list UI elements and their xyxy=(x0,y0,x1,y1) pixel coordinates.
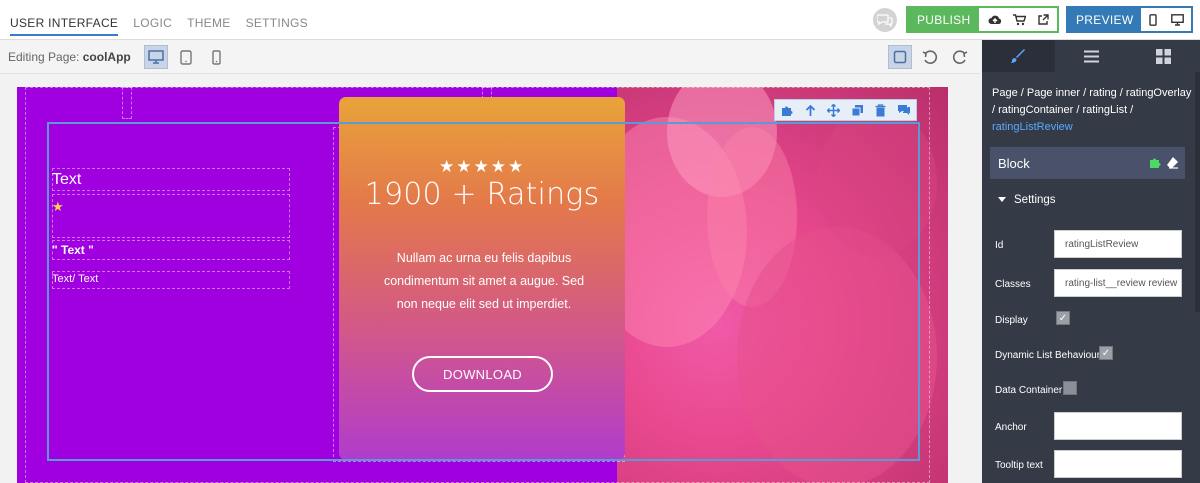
editing-prefix: Editing Page: xyxy=(8,50,80,64)
chat-button[interactable] xyxy=(873,8,897,32)
chat-icon xyxy=(877,14,893,27)
display-label: Display xyxy=(995,315,1028,326)
data-container-checkbox[interactable] xyxy=(1063,381,1077,395)
grid-icon xyxy=(1156,48,1172,64)
breadcrumb-path[interactable]: Page / Page inner / rating / ratingOverl… xyxy=(992,87,1191,116)
editing-bar: Editing Page: coolApp xyxy=(0,40,980,74)
cart-icon[interactable] xyxy=(1012,13,1026,26)
outline-toggle-button[interactable] xyxy=(888,45,912,69)
caret-down-icon xyxy=(998,197,1006,202)
settings-label: Settings xyxy=(1014,194,1056,206)
top-bar: USER INTERFACE LOGIC THEME SETTINGS PUBL… xyxy=(0,0,1200,40)
tab-layers[interactable] xyxy=(1055,40,1128,72)
block-header: Block xyxy=(990,147,1185,179)
settings-section-header[interactable]: Settings xyxy=(998,194,1056,206)
page-name: coolApp xyxy=(82,50,131,64)
monitor-icon xyxy=(148,50,164,64)
copy-icon[interactable] xyxy=(851,104,864,117)
device-desktop-button[interactable] xyxy=(144,45,168,69)
properties-panel: Page / Page inner / rating / ratingOverl… xyxy=(982,40,1200,483)
redo-icon xyxy=(952,50,968,64)
tab-settings[interactable]: SETTINGS xyxy=(246,16,308,36)
phone-icon[interactable] xyxy=(1148,13,1157,26)
breadcrumb: Page / Page inner / rating / ratingOverl… xyxy=(992,85,1192,136)
id-field[interactable]: ratingListReview xyxy=(1054,230,1182,258)
redo-button[interactable] xyxy=(948,45,972,69)
move-icon[interactable] xyxy=(826,103,840,117)
panel-scrollbar[interactable] xyxy=(1195,72,1200,312)
comment-icon[interactable] xyxy=(897,104,911,116)
main-tabs: USER INTERFACE LOGIC THEME SETTINGS xyxy=(10,16,308,36)
classes-label: Classes xyxy=(995,279,1031,290)
publish-button[interactable]: PUBLISH xyxy=(908,8,979,31)
id-label: Id xyxy=(995,240,1004,251)
breadcrumb-current[interactable]: ratingListReview xyxy=(992,121,1073,133)
brush-icon xyxy=(1010,49,1026,63)
undo-icon xyxy=(922,50,938,64)
selected-element-outline xyxy=(47,122,920,461)
classes-field[interactable]: rating-list__review review xyxy=(1054,269,1182,297)
tab-theme[interactable]: THEME xyxy=(187,16,231,36)
anchor-field[interactable] xyxy=(1054,412,1182,440)
eraser-icon[interactable] xyxy=(1166,156,1179,169)
tab-user-interface[interactable]: USER INTERFACE xyxy=(10,16,119,36)
device-tablet-button[interactable] xyxy=(174,45,198,69)
undo-button[interactable] xyxy=(918,45,942,69)
square-outline-icon xyxy=(893,50,907,64)
tooltip-label: Tooltip text xyxy=(995,460,1043,471)
cloud-upload-icon[interactable] xyxy=(988,14,1002,26)
puzzle-icon[interactable] xyxy=(781,104,794,117)
puzzle-icon[interactable] xyxy=(1149,156,1162,169)
anchor-label: Anchor xyxy=(995,422,1027,433)
design-canvas[interactable]: Text ★ " Text " Text/ Text ★★★★★ 1900 + … xyxy=(17,87,948,483)
block-label: Block xyxy=(998,155,1030,171)
element-toolbar xyxy=(774,99,917,121)
tooltip-field[interactable] xyxy=(1054,450,1182,478)
tab-style[interactable] xyxy=(982,40,1055,72)
publish-group: PUBLISH xyxy=(906,6,1059,33)
display-checkbox[interactable]: ✓ xyxy=(1056,311,1070,325)
dynamic-list-label: Dynamic List Behaviour xyxy=(995,350,1101,361)
phone-icon xyxy=(211,49,221,65)
monitor-icon[interactable] xyxy=(1170,13,1184,26)
preview-group: PREVIEW xyxy=(1066,6,1193,33)
trash-icon[interactable] xyxy=(875,103,886,117)
panel-tabs xyxy=(982,40,1200,72)
dynamic-list-checkbox[interactable]: ✓ xyxy=(1099,346,1113,360)
external-link-icon[interactable] xyxy=(1037,13,1049,26)
tablet-icon xyxy=(180,49,192,65)
preview-button[interactable]: PREVIEW xyxy=(1068,8,1141,31)
device-phone-button[interactable] xyxy=(204,45,228,69)
arrow-up-icon[interactable] xyxy=(805,104,816,117)
data-container-label: Data Container xyxy=(995,385,1063,396)
menu-icon xyxy=(1083,50,1099,62)
tab-logic[interactable]: LOGIC xyxy=(133,16,172,36)
tab-blocks[interactable] xyxy=(1127,40,1200,72)
editing-page-label: Editing Page: coolApp xyxy=(8,50,131,64)
